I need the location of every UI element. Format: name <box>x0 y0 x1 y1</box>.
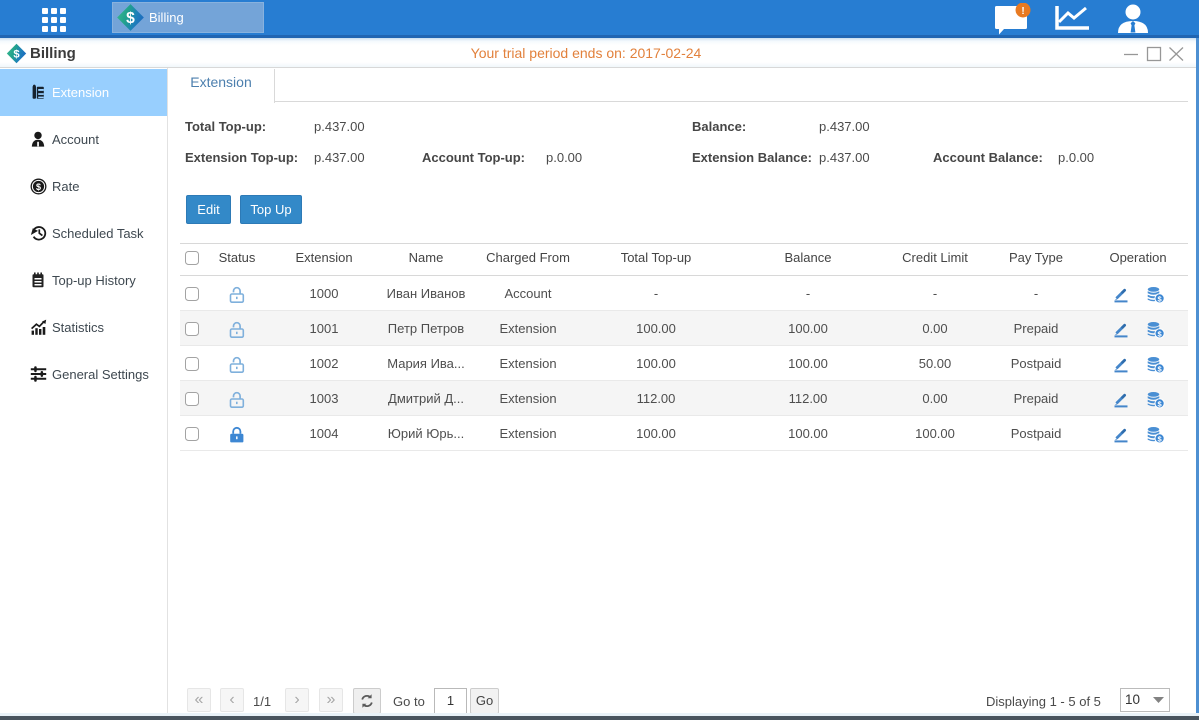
svg-text:!: ! <box>1021 6 1024 17</box>
svg-text:$: $ <box>36 182 41 192</box>
svg-text:$: $ <box>126 10 135 27</box>
